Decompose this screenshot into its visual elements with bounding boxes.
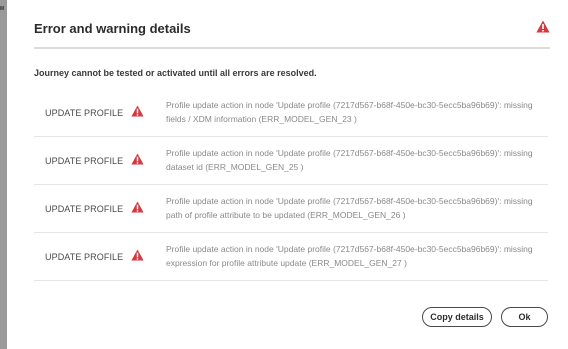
error-node-label: UPDATE PROFILE <box>45 156 124 166</box>
warning-icon <box>131 201 144 213</box>
error-list: UPDATE PROFILE Profile update action in … <box>34 89 548 281</box>
warning-icon <box>536 20 550 33</box>
error-message: Profile update action in node 'Update pr… <box>166 244 533 268</box>
error-details-dialog: Error and warning details Journey cannot… <box>7 0 568 349</box>
error-row: UPDATE PROFILE Profile update action in … <box>34 233 548 281</box>
error-node-label: UPDATE PROFILE <box>45 108 124 118</box>
warning-icon <box>131 105 144 117</box>
background-page: M <box>0 0 7 349</box>
error-row: UPDATE PROFILE Profile update action in … <box>34 137 548 185</box>
error-node-label: UPDATE PROFILE <box>45 252 124 262</box>
error-node-label: UPDATE PROFILE <box>45 204 124 214</box>
error-message: Profile update action in node 'Update pr… <box>166 100 533 124</box>
error-row: UPDATE PROFILE Profile update action in … <box>34 89 548 137</box>
title-divider <box>34 47 550 49</box>
dialog-title: Error and warning details <box>34 21 191 36</box>
ok-button[interactable]: Ok <box>501 307 548 327</box>
copy-details-button[interactable]: Copy details <box>422 307 492 327</box>
error-message: Profile update action in node 'Update pr… <box>166 196 533 220</box>
warning-icon <box>131 153 144 165</box>
warning-icon <box>131 249 144 261</box>
dialog-subtitle: Journey cannot be tested or activated un… <box>34 68 317 78</box>
error-row: UPDATE PROFILE Profile update action in … <box>34 185 548 233</box>
error-message: Profile update action in node 'Update pr… <box>166 148 533 172</box>
background-text-fragment: M <box>0 6 5 12</box>
